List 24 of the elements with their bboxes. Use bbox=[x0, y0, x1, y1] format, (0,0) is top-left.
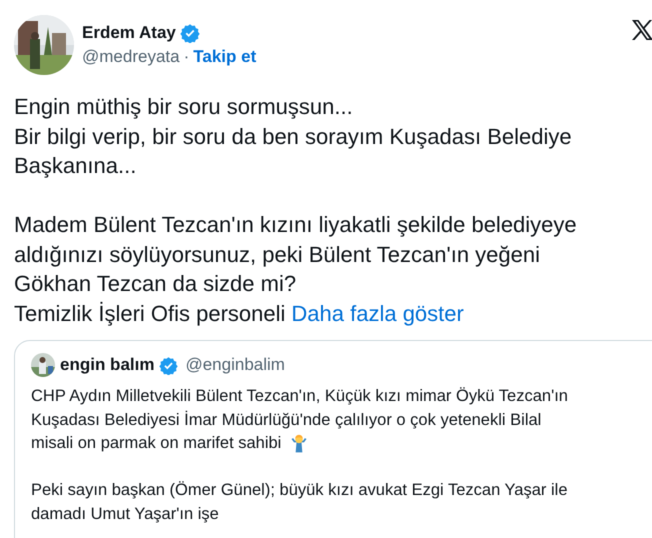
verified-badge-icon bbox=[180, 23, 200, 43]
quoted-author-name[interactable]: engin balım bbox=[60, 355, 154, 375]
author-handle[interactable]: @medreyata bbox=[82, 47, 180, 67]
tweet-text: aldığınızı söylüyorsunuz, peki Bülent Tezcan'ın yeğeni bbox=[14, 240, 542, 269]
tweet-text: Engin müthiş bir soru sormuşsun... bbox=[14, 93, 354, 121]
quoted-tweet-text: damadı Umut Yaşar'ın işe bbox=[31, 504, 219, 524]
tweet-text: Gökhan Tezcan da sizde mi? bbox=[14, 270, 298, 298]
author-name[interactable]: Erdem Atay bbox=[82, 23, 176, 43]
tweet-text: Başkanına... bbox=[14, 152, 138, 180]
quoted-tweet-text: misali on parmak on marifet sahibi bbox=[31, 433, 282, 454]
quoted-author-handle[interactable]: @enginbalim bbox=[185, 355, 285, 375]
x-logo-icon[interactable] bbox=[630, 18, 652, 42]
verified-badge-icon bbox=[159, 356, 178, 374]
shrugging-person-icon bbox=[289, 434, 310, 454]
separator-dot: · bbox=[184, 47, 190, 67]
show-more-link[interactable]: Daha fazla göster bbox=[291, 298, 464, 328]
quoted-tweet-text: CHP Aydın Milletvekili Bülent Tezcan'ın, Küçük kızı mimar Öykü Tezcan'ın bbox=[31, 386, 568, 407]
quoted-tweet-text: Kuşadası Belediyesi İmar Müdürlüğü'nde çalılıyor o çok yetenekli Bilal bbox=[31, 410, 542, 430]
quoted-tweet-text: Peki sayın başkan (Ömer Günel); büyük kızı avukat Ezgi Tezcan Yaşar ile bbox=[31, 480, 568, 501]
tweet-text: Temizlik İşleri Ofis personeli bbox=[14, 300, 286, 328]
quoted-tweet-card[interactable] bbox=[14, 340, 652, 538]
follow-link[interactable]: Takip et bbox=[193, 47, 256, 67]
tweet-text: Bir bilgi verip, bir soru da ben sorayım Kuşadası Belediye bbox=[14, 122, 573, 151]
tweet-text: Madem Bülent Tezcan'ın kızını liyakatli şekilde belediyeye bbox=[14, 211, 578, 239]
